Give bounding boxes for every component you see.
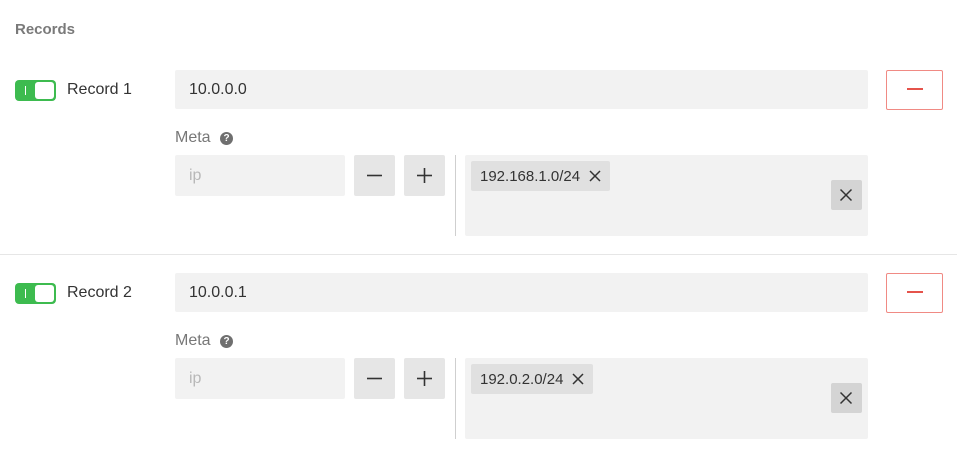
close-icon <box>839 188 853 202</box>
remove-record-button[interactable] <box>886 273 943 313</box>
increment-button[interactable] <box>404 155 445 196</box>
meta-tag: 192.168.1.0/24 <box>471 161 611 191</box>
ip-input[interactable] <box>175 358 345 399</box>
clear-tags-button[interactable] <box>831 180 862 210</box>
minus-icon <box>907 88 923 90</box>
meta-label: Meta <box>175 129 211 146</box>
section-title: Records <box>15 21 76 38</box>
record-row: Record 1 Meta ? 192.168.1.0/24 <box>0 70 957 260</box>
help-icon[interactable]: ? <box>220 132 233 145</box>
toggle-on-mark <box>25 86 26 95</box>
clear-tags-button[interactable] <box>831 383 862 413</box>
meta-tag: 192.0.2.0/24 <box>471 364 594 394</box>
decrement-button[interactable] <box>354 358 395 399</box>
remove-record-button[interactable] <box>886 70 943 110</box>
close-icon <box>572 373 584 385</box>
close-icon <box>589 170 601 182</box>
meta-tag-label: 192.0.2.0/24 <box>480 370 564 388</box>
divider <box>455 358 456 439</box>
minus-icon <box>907 291 923 293</box>
meta-tags-box[interactable]: 192.168.1.0/24 <box>465 155 868 236</box>
ip-input[interactable] <box>175 155 345 196</box>
decrement-button[interactable] <box>354 155 395 196</box>
help-icon[interactable]: ? <box>220 335 233 348</box>
tag-remove-button[interactable] <box>563 364 593 394</box>
minus-icon <box>367 377 382 380</box>
meta-tags-box[interactable]: 192.0.2.0/24 <box>465 358 868 439</box>
toggle-knob <box>35 82 54 99</box>
plus-icon <box>417 371 432 386</box>
record-enabled-toggle[interactable] <box>15 283 56 304</box>
record-label: Record 1 <box>67 81 132 98</box>
record-row: Record 2 Meta ? 192.0.2.0/24 <box>0 273 957 463</box>
close-icon <box>839 391 853 405</box>
minus-icon <box>367 174 382 177</box>
toggle-on-mark <box>25 289 26 298</box>
divider <box>455 155 456 236</box>
toggle-knob <box>35 285 54 302</box>
record-address-input[interactable] <box>175 70 868 109</box>
meta-tag-label: 192.168.1.0/24 <box>480 167 581 185</box>
record-enabled-toggle[interactable] <box>15 80 56 101</box>
record-separator <box>0 254 957 255</box>
meta-label: Meta <box>175 332 211 349</box>
increment-button[interactable] <box>404 358 445 399</box>
record-label: Record 2 <box>67 284 132 301</box>
record-address-input[interactable] <box>175 273 868 312</box>
tag-remove-button[interactable] <box>580 161 610 191</box>
plus-icon <box>417 168 432 183</box>
records-page: Records Record 1 Meta ? 192 <box>0 0 957 470</box>
